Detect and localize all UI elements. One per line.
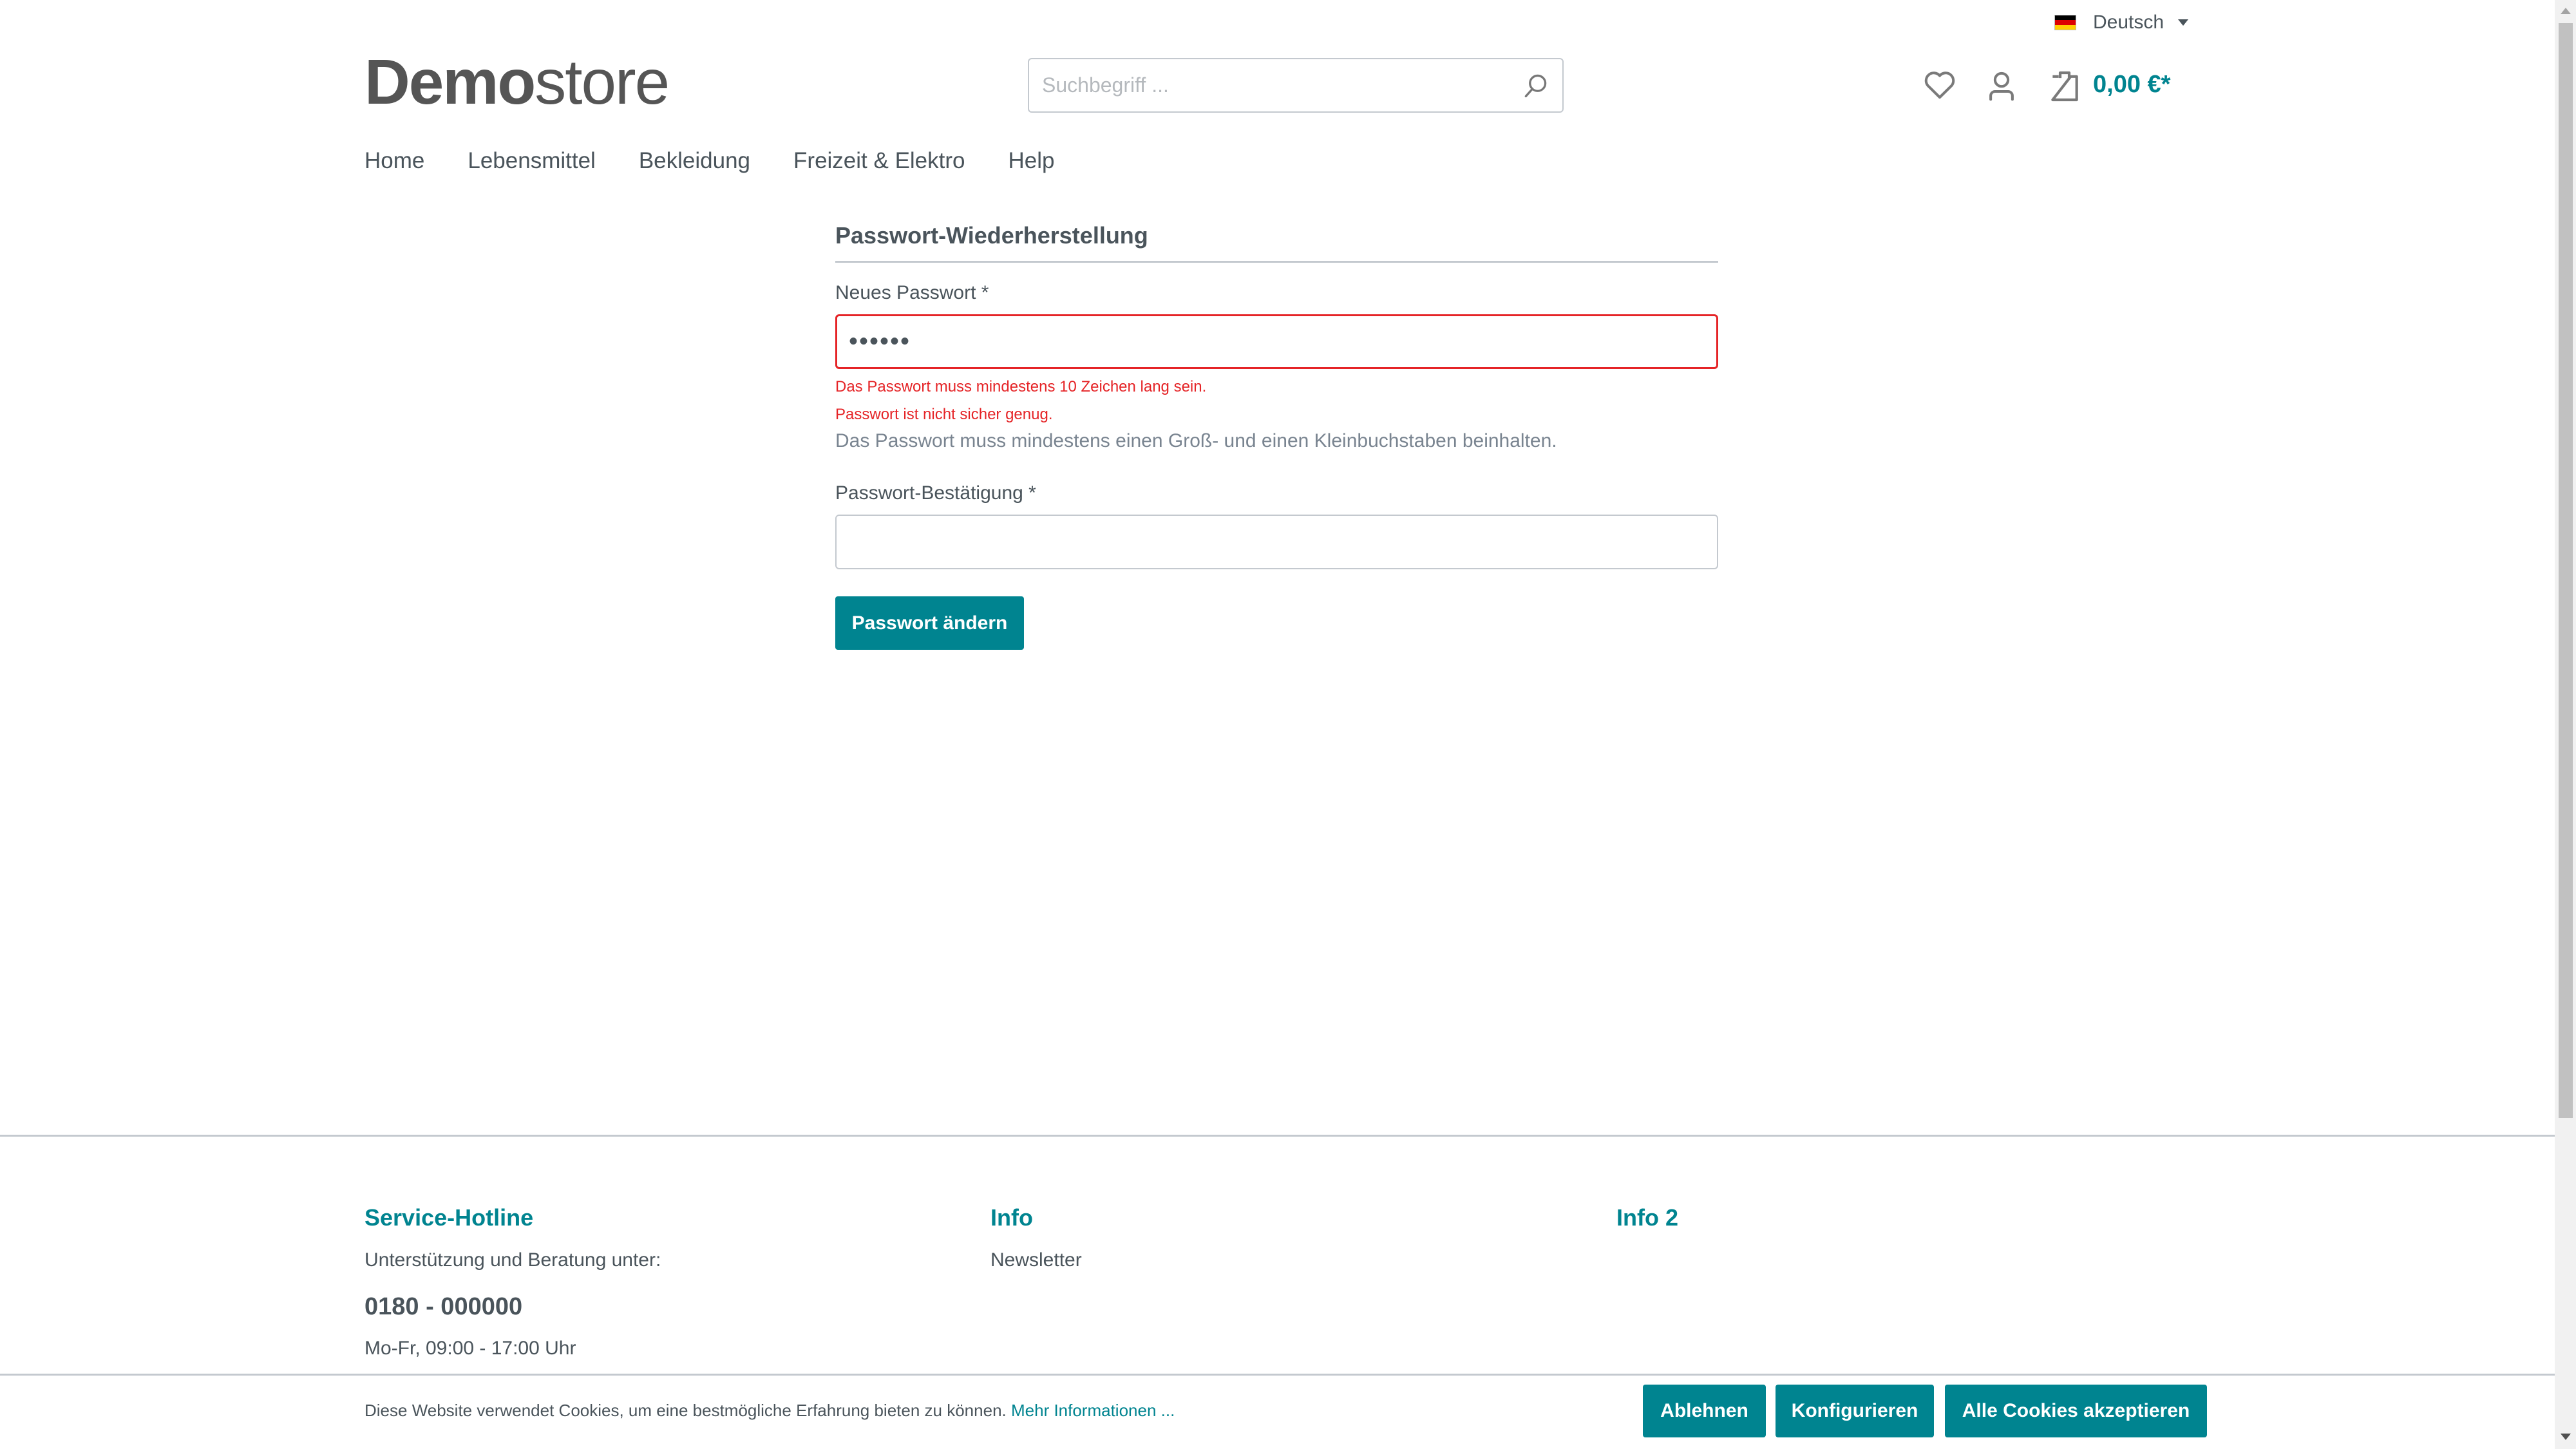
change-password-button[interactable]: Passwort ändern — [835, 596, 1024, 650]
cookie-notice: Diese Website verwendet Cookies, um eine… — [365, 1401, 1175, 1421]
form-title: Passwort-Wiederherstellung — [835, 222, 1148, 249]
new-password-label: Neues Passwort * — [835, 282, 989, 303]
hotline-title: Service-Hotline — [365, 1204, 534, 1231]
footer-info-2: Info 2 — [1616, 1204, 1678, 1249]
confirm-password-label: Passwort-Bestätigung * — [835, 482, 1036, 504]
logo-light: store — [535, 46, 670, 117]
new-password-input[interactable] — [835, 314, 1718, 369]
info2-title: Info 2 — [1616, 1204, 1678, 1231]
error-not-secure: Passwort ist nicht sicher genug. — [835, 406, 1053, 423]
confirm-password-input[interactable] — [835, 515, 1718, 569]
footer-service-hotline: Service-Hotline Unterstützung und Beratu… — [365, 1204, 661, 1376]
logo-bold: Demo — [365, 46, 536, 117]
scroll-up-arrow-icon[interactable] — [2561, 8, 2571, 14]
german-flag-icon — [2054, 15, 2076, 30]
footer-divider — [0, 1135, 2555, 1137]
hotline-hours: Mo-Fr, 09:00 - 17:00 Uhr — [365, 1338, 576, 1359]
footer-link-newsletter[interactable]: Newsletter — [990, 1249, 1082, 1271]
cookie-more-info-link[interactable]: Mehr Informationen ... — [1011, 1401, 1175, 1420]
nav-item-freizeit-elektro[interactable]: Freizeit & Elektro — [793, 148, 965, 174]
cookie-configure-button[interactable]: Konfigurieren — [1776, 1385, 1934, 1437]
nav-item-home[interactable]: Home — [365, 148, 424, 174]
search-input[interactable] — [1042, 73, 1521, 97]
password-help-text: Das Passwort muss mindestens einen Groß-… — [835, 430, 1557, 451]
nav-item-help[interactable]: Help — [1009, 148, 1055, 174]
error-min-length: Das Passwort muss mindestens 10 Zeichen … — [835, 378, 1207, 395]
caret-down-icon — [2178, 19, 2189, 26]
cookie-accept-all-button[interactable]: Alle Cookies akzeptieren — [1945, 1385, 2207, 1437]
cookie-text: Diese Website verwendet Cookies, um eine… — [365, 1401, 1007, 1420]
shopping-bag-icon[interactable] — [2045, 67, 2084, 106]
password-recovery-form: Passwort-Wiederherstellung Neues Passwor… — [835, 222, 1718, 650]
hotline-intro: Unterstützung und Beratung unter: — [365, 1249, 661, 1271]
page-scrollbar[interactable] — [2555, 0, 2576, 1449]
wishlist-heart-icon[interactable] — [1922, 68, 1957, 102]
search-box — [1028, 58, 1564, 113]
language-selector[interactable]: Deutsch — [2054, 9, 2189, 36]
scroll-down-arrow-icon[interactable] — [2561, 1434, 2571, 1440]
title-divider — [835, 261, 1718, 263]
store-logo[interactable]: Demostore — [365, 50, 670, 113]
footer-info: Info Newsletter — [990, 1204, 1082, 1271]
scrollbar-thumb[interactable] — [2559, 23, 2573, 1118]
language-label: Deutsch — [2093, 12, 2164, 33]
cart-total[interactable]: 0,00 €* — [2093, 71, 2170, 99]
nav-item-bekleidung[interactable]: Bekleidung — [639, 148, 750, 174]
hotline-phone: 0180 - 000000 — [365, 1293, 523, 1320]
nav-item-lebensmittel[interactable]: Lebensmittel — [468, 148, 595, 174]
account-user-icon[interactable] — [1984, 68, 2020, 104]
search-icon[interactable] — [1521, 71, 1549, 100]
main-navigation: Home Lebensmittel Bekleidung Freizeit & … — [365, 148, 1097, 174]
info-title: Info — [990, 1204, 1033, 1231]
cookie-decline-button[interactable]: Ablehnen — [1643, 1385, 1766, 1437]
